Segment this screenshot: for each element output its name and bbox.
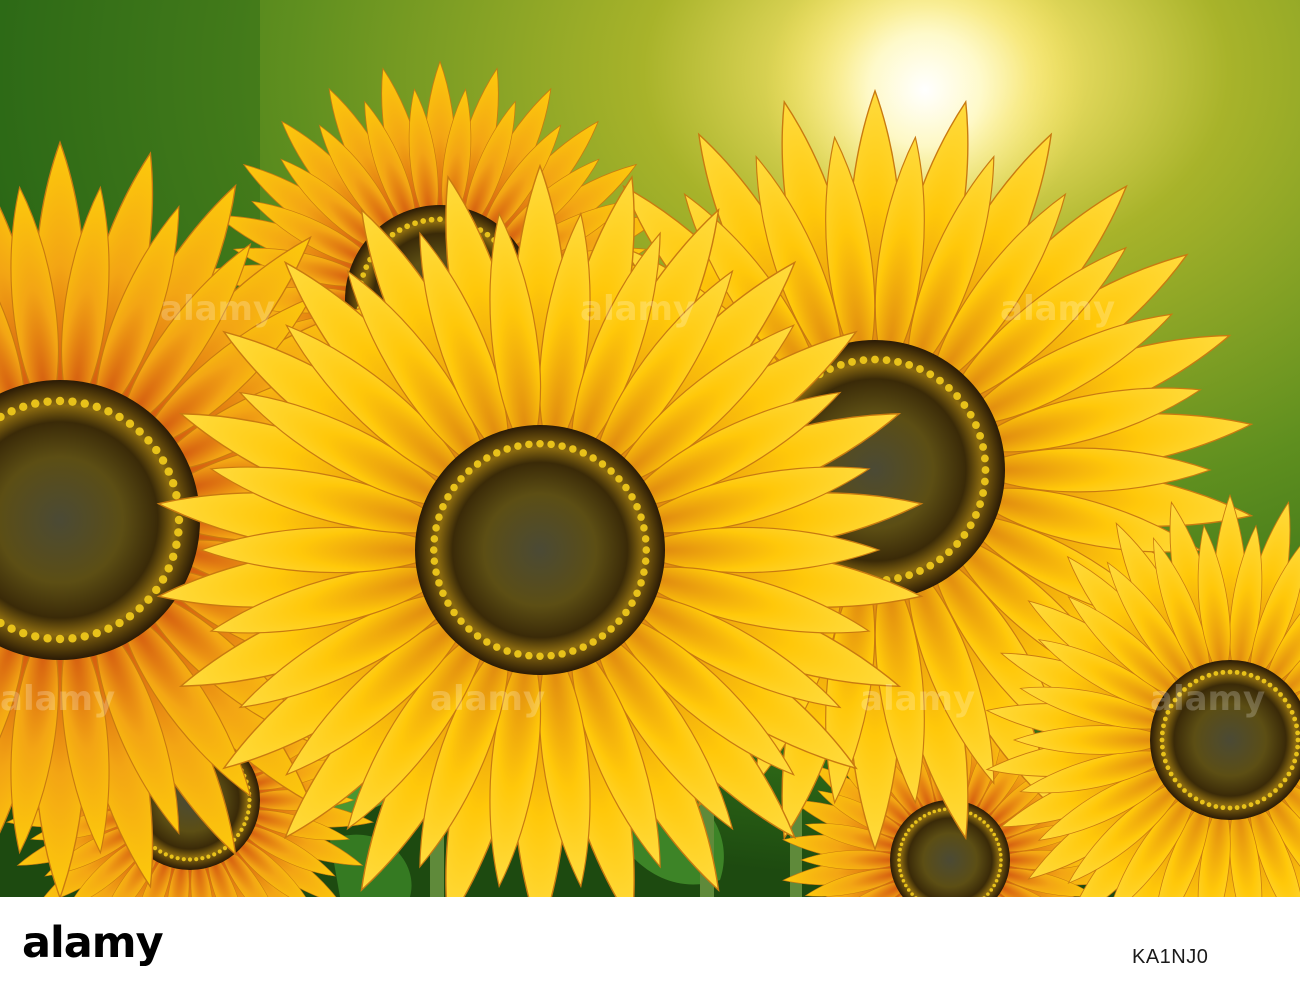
svg-text:alamy: alamy [1000,289,1115,329]
svg-text:alamy: alamy [1150,679,1265,719]
svg-text:alamy: alamy [580,289,695,329]
svg-text:alamy: alamy [160,289,275,329]
image-id: KA1NJ0 [1132,946,1209,968]
sunflower-photo: alamy alamy alamy alamy alamy alamy alam… [0,0,1300,897]
svg-text:alamy: alamy [0,679,115,719]
svg-text:alamy: alamy [860,679,975,719]
svg-text:alamy: alamy [430,679,545,719]
alamy-logo: alamy [22,918,164,968]
footer-bar [0,897,1300,987]
